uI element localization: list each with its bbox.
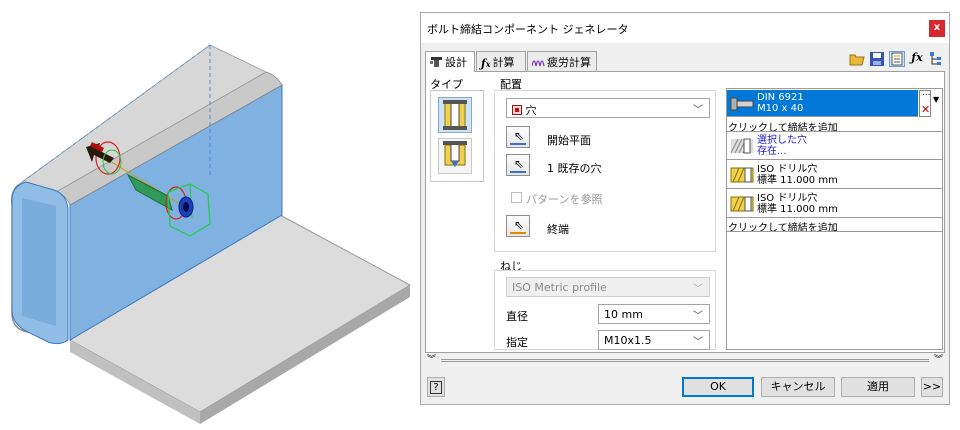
blind-bolt-type-button[interactable] [438,138,472,174]
termination-select-button[interactable]: ⇖ [506,215,530,237]
selected-fastener-name: DIN 6921 [757,92,804,103]
fatigue-chart-icon [531,56,545,71]
tab-fatigue[interactable]: 疲労計算 [527,51,597,71]
bolted-connection-dialog: ボルト締結コンポーネント ジェネレータ x 設計 ƒx 計算 疲労計算 ƒx タ… [420,12,950,405]
collapse-chevron-icon[interactable]: ︾ [427,352,436,365]
fastener-item-drill-hole-2[interactable]: ISO ドリル穴 標準 11.000 mm [727,190,942,218]
cancel-button[interactable]: キャンセル [761,377,835,397]
drill-hole-1-line2: 標準 11.000 mm [757,175,838,186]
thread-type-value: ISO Metric profile [512,281,607,294]
existing-hole-select-button[interactable]: ⇖ [506,154,530,176]
diameter-value: 10 mm [604,308,643,321]
model-viewport[interactable] [0,0,415,427]
selected-hole-line1: 選択した穴 [757,135,807,146]
tab-fatigue-label: 疲労計算 [547,56,591,69]
tree-icon[interactable] [929,51,945,67]
help-button[interactable]: ? [427,377,445,397]
panel-splitter[interactable]: ︾ ︾ [427,355,943,365]
placement-select[interactable]: 穴 ﹀ [506,98,710,118]
tab-design[interactable]: 設計 [425,51,475,72]
tab-calculation[interactable]: ƒx 計算 [476,51,526,71]
tab-design-label: 設計 [445,56,467,69]
ok-button[interactable]: OK [682,377,754,397]
diameter-label: 直径 [506,310,528,323]
start-plane-select-button[interactable]: ⇖ [506,126,530,148]
report-icon[interactable] [889,51,905,67]
chevron-down-icon: ﹀ [693,337,703,348]
expand-chevron-icon[interactable]: ︾ [934,352,943,365]
drill-hole-icon [730,193,754,215]
drill-hole-icon [730,164,754,186]
thread-type-select[interactable]: ISO Metric profile ﹀ [506,277,710,297]
pointer-arrow-icon: ⇖ [514,218,525,232]
open-folder-icon[interactable] [849,51,865,67]
pattern-checkbox[interactable] [511,192,522,203]
start-plane-label: 開始平面 [547,134,591,147]
apply-button[interactable]: 適用 [841,377,915,397]
dialog-title: ボルト締結コンポーネント ジェネレータ [427,23,629,36]
save-icon[interactable] [869,51,885,67]
pointer-arrow-icon: ⇖ [514,129,525,143]
existing-hole-label: 1 既存の穴 [547,162,602,175]
diameter-select[interactable]: 10 mm ﹀ [598,304,710,324]
hole-hatch-icon [730,135,754,157]
fastener-list: DIN 6921 M10 x 40 ... ✕ ▼ クリックして締結を追加 選択… [726,88,943,350]
selected-fastener-size: M10 x 40 [757,103,804,114]
drill-hole-2-line2: 標準 11.000 mm [757,204,838,215]
through-bolt-type-button[interactable] [438,97,472,133]
drill-hole-1-line1: ISO ドリル穴 [757,164,818,175]
bolt-icon [730,93,754,115]
dropdown-arrow-icon[interactable]: ▼ [933,95,939,104]
chevron-down-icon: ﹀ [693,311,703,322]
fx-icon: ƒx [481,56,491,70]
selected-hole-line2: 存在... [757,146,787,157]
help-icon: ? [430,381,442,394]
pattern-label: パターンを参照 [526,193,603,206]
selected-fastener-row[interactable]: DIN 6921 M10 x 40 [727,90,918,117]
ellipsis-icon: ... [922,88,931,98]
tab-calculation-label: 計算 [492,56,515,69]
calculation-fx-icon[interactable]: ƒx [909,51,925,67]
through-bolt-icon [443,100,467,130]
fastener-options-button[interactable]: ... ✕ [919,88,931,117]
more-button[interactable]: >> [921,377,943,397]
drill-hole-2-line1: ISO ドリル穴 [757,193,818,204]
chevron-down-icon: ﹀ [693,284,703,295]
hole-placement-icon [512,105,522,115]
designation-value: M10x1.5 [604,334,652,347]
bolt-design-icon [430,55,443,71]
fastener-item-drill-hole-1[interactable]: ISO ドリル穴 標準 11.000 mm [727,161,942,189]
fastener-item-selected-hole[interactable]: 選択した穴 存在... [727,132,942,160]
placement-value: 穴 [525,104,537,117]
chevron-down-icon: ﹀ [693,105,703,116]
termination-label: 終端 [547,223,569,236]
delete-icon[interactable]: ✕ [921,103,930,116]
bracket-model-drawing [10,44,412,424]
pointer-arrow-icon: ⇖ [514,157,525,171]
blind-bolt-icon [443,141,467,167]
designation-select[interactable]: M10x1.5 ﹀ [598,330,710,350]
designation-label: 指定 [506,336,528,349]
design-tab-panel: タイプ 配置 穴 ﹀ ⇖ 開始平面 ⇖ 1 既存の穴 パターンを参照 ⇖ 終端 … [425,71,945,353]
title-bar: ボルト締結コンポーネント ジェネレータ x [421,13,949,43]
close-button[interactable]: x [929,20,945,37]
